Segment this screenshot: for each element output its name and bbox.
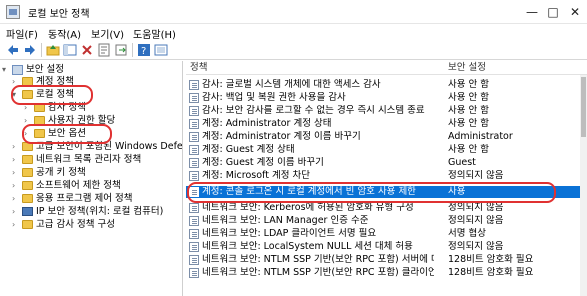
policy-icon [189,242,199,252]
collapse-icon[interactable]: ▾ [2,64,10,76]
expand-icon[interactable]: › [12,76,20,88]
table-row[interactable]: 네트워크 보안: NTLM SSP 기반(보안 RPC 포함) 서버에 대… 12… [186,254,580,266]
table-row[interactable]: 네트워크 보안: LDAP 클라이언트 서명 필요 서명 협상 [186,228,580,240]
app-icon [6,5,20,19]
folder-icon [22,142,33,151]
list-header: 정책 보안 설정 [186,61,587,75]
tree-item-audit-policy[interactable]: › 감사 정책 [24,102,86,114]
snapin-icon[interactable] [154,43,168,57]
policy-icon [189,171,199,181]
tree-item-software-restriction[interactable]: › 소프트웨어 제한 정책 [12,180,121,192]
policy-icon [189,132,199,142]
expand-icon[interactable]: › [12,180,20,192]
table-row[interactable]: 감사: 글로벌 시스템 개체에 대한 액세스 감사 사용 안 함 [186,79,580,91]
table-row[interactable]: 네트워크 보안: LAN Manager 인증 수준 정의되지 않음 [186,215,580,227]
policy-icon [189,187,199,197]
policy-icon [189,229,199,239]
table-row[interactable]: 계정: Administrator 계정 상태 사용 안 함 [186,118,580,130]
minimize-icon[interactable]: — [523,3,541,21]
tree-item-account-policy[interactable]: › 계정 정책 [12,76,74,88]
toolbar-separator [41,43,42,57]
policy-icon [189,80,199,90]
expand-icon[interactable]: › [24,102,32,114]
show-tree-icon[interactable] [63,43,77,57]
folder-icon [22,181,33,190]
close-icon[interactable]: ✕ [566,3,584,21]
expand-icon[interactable]: › [12,154,20,166]
maximize-icon[interactable]: □ [544,3,562,21]
expand-icon[interactable]: › [12,219,20,231]
policy-icon [189,93,199,103]
tree-item-network-list[interactable]: › 네트워크 목록 관리자 정책 [12,154,141,166]
policy-icon [189,106,199,116]
tree-item-app-control[interactable]: › 응용 프로그램 제어 정책 [12,193,132,205]
folder-icon [34,103,45,112]
up-folder-icon[interactable] [46,43,60,57]
folder-icon [22,168,33,177]
menu-action[interactable]: 동작(A) [48,26,81,41]
table-row[interactable]: 계정: Microsoft 계정 차단 정의되지 않음 [186,170,580,182]
table-row[interactable]: 계정: Guest 계정 상태 사용 안 함 [186,144,580,156]
policy-icon [189,255,199,265]
table-row[interactable]: 네트워크 보안: NTLM SSP 기반(보안 RPC 포함) 클라이언… 128… [186,267,580,279]
svg-text:?: ? [141,46,146,57]
policy-icon [189,158,199,168]
tree-pane: ▾ 보안 설정 › 계정 정책 ▾ 로컬 정책 › 감사 정책 › 사용자 권한 할당 ›… [0,61,183,296]
expand-icon[interactable]: › [12,167,20,179]
menu-help[interactable]: 도움말(H) [133,26,176,41]
expand-icon[interactable]: › [12,193,20,205]
tree-item-security-settings[interactable]: ▾ 보안 설정 [2,64,64,76]
tree-item-defender-firewall[interactable]: ›고급 보안이 포함된 Windows Defender 방화벽 [12,141,182,153]
security-icon [12,65,23,75]
back-icon[interactable] [6,43,20,57]
window-title: 로컬 보안 정책 [28,9,90,20]
expand-icon[interactable]: › [24,115,32,127]
expand-icon[interactable]: › [12,141,20,153]
menu-file[interactable]: 파일(F) [6,26,38,41]
tree-item-user-rights[interactable]: › 사용자 권한 할당 [24,115,115,127]
collapse-icon[interactable]: ▾ [12,89,20,101]
export-icon[interactable] [114,43,128,57]
column-header-policy[interactable]: 정책 [190,61,207,75]
toolbar: ? [0,40,587,60]
tree-item-local-policy[interactable]: ▾ 로컬 정책 [12,89,74,101]
folder-icon [22,220,33,229]
tree-item-public-key[interactable]: › 공개 키 정책 [12,167,86,179]
delete-icon[interactable] [80,43,94,57]
policy-icon [189,216,199,226]
tree-item-ip-security[interactable]: › IP 보안 정책(위치: 로컬 컴퓨터) [12,206,163,218]
policy-list: 정책 보안 설정 감사: 글로벌 시스템 개체에 대한 액세스 감사 사용 안 함… [186,61,587,296]
expand-icon[interactable]: › [24,128,32,140]
folder-icon [34,116,45,125]
table-row[interactable]: 감사: 보안 감사를 로그할 수 없는 경우 즉시 시스템 종료 사용 안 함 [186,105,580,117]
table-row[interactable]: 계정: Administrator 계정 이름 바꾸기 Administrator [186,131,580,143]
policy-icon [189,119,199,129]
properties-icon[interactable] [97,43,111,57]
folder-icon [34,129,45,138]
menu-bar: 파일(F) 동작(A) 보기(V) 도움말(H) [0,24,587,41]
monitor-icon [22,207,33,216]
table-row[interactable]: 계정: Guest 계정 이름 바꾸기 Guest [186,157,580,169]
menu-view[interactable]: 보기(V) [91,26,124,41]
table-row[interactable]: 감사: 백업 및 복원 권한 사용을 감사 사용 안 함 [186,92,580,104]
expand-icon[interactable]: › [12,206,20,218]
help-icon[interactable]: ? [137,43,151,57]
title-bar: 로컬 보안 정책 — □ ✕ [0,0,587,24]
column-header-setting[interactable]: 보안 설정 [448,61,486,75]
table-row-selected[interactable]: 계정: 콘솔 로그온 시 로컬 계정에서 빈 암호 사용 제한 사용 [186,186,580,198]
policy-icon [189,203,199,213]
policy-icon [189,268,199,278]
table-row[interactable]: 네트워크 보안: Kerberos에 허용된 암호화 유형 구성 정의되지 않음 [186,202,580,214]
policy-icon [189,145,199,155]
folder-icon [22,155,33,164]
tree-item-advanced-audit[interactable]: › 고급 감사 정책 구성 [12,219,115,231]
forward-icon[interactable] [23,43,37,57]
tree-item-security-options[interactable]: › 보안 옵션 [24,128,86,140]
folder-icon [22,194,33,203]
folder-open-icon [22,90,33,99]
folder-icon [22,77,33,86]
toolbar-separator [132,43,133,57]
scrollbar-thumb[interactable] [581,77,586,137]
table-row[interactable]: 네트워크 보안: LocalSystem NULL 세션 대체 허용 정의되지 않… [186,241,580,253]
